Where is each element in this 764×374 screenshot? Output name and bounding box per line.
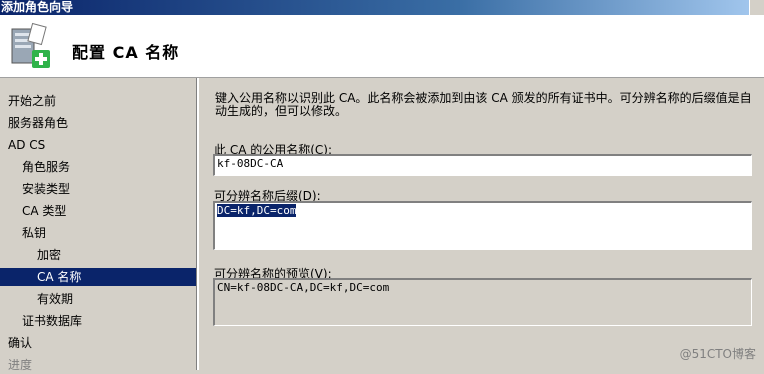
nav-item[interactable]: CA 类型 <box>0 202 196 220</box>
nav-item[interactable]: 进度 <box>0 356 196 374</box>
dn-suffix-input[interactable]: DC=kf,DC=com <box>213 201 752 250</box>
common-name-value: kf-08DC-CA <box>217 157 284 170</box>
window-title: 添加角色向导 <box>1 0 74 14</box>
nav-item[interactable]: 证书数据库 <box>0 312 196 330</box>
nav-item[interactable]: 私钥 <box>0 224 196 242</box>
wizard-header: 配置 CA 名称 <box>0 15 764 78</box>
nav-item[interactable]: AD CS <box>0 136 196 154</box>
nav-item[interactable]: 开始之前 <box>0 92 196 110</box>
dn-suffix-value: DC=kf,DC=com <box>217 204 297 217</box>
nav-item[interactable]: 安装类型 <box>0 180 196 198</box>
nav-item[interactable]: 有效期 <box>0 290 196 308</box>
common-name-input[interactable]: kf-08DC-CA <box>213 154 752 176</box>
page-title: 配置 CA 名称 <box>72 43 180 62</box>
dn-preview-value: CN=kf-08DC-CA,DC=kf,DC=com <box>217 281 390 294</box>
nav-item[interactable]: 确认 <box>0 334 196 352</box>
nav-item[interactable]: 角色服务 <box>0 158 196 176</box>
server-role-add-icon <box>11 22 50 68</box>
nav-item[interactable]: CA 名称 <box>0 268 196 286</box>
wizard-content: 键入公用名称以识别此 CA。此名称会被添加到由该 CA 颁发的所有证书中。可分辨… <box>199 78 764 370</box>
nav-item[interactable]: 服务器角色 <box>0 114 196 132</box>
wizard-step-list: 开始之前服务器角色 AD CS 角色服务安装类型 CA 类型私钥加密 CA 名称有效期证… <box>0 78 196 372</box>
nav-item[interactable]: 加密 <box>0 246 196 264</box>
description-text: 键入公用名称以识别此 CA。此名称会被添加到由该 CA 颁发的所有证书中。可分辨… <box>215 91 752 118</box>
window-control-button[interactable] <box>749 0 764 15</box>
dn-preview-box[interactable]: CN=kf-08DC-CA,DC=kf,DC=com <box>213 278 752 326</box>
watermark: @51CTO博客 <box>679 347 756 361</box>
window-titlebar[interactable]: 添加角色向导 <box>0 0 764 15</box>
